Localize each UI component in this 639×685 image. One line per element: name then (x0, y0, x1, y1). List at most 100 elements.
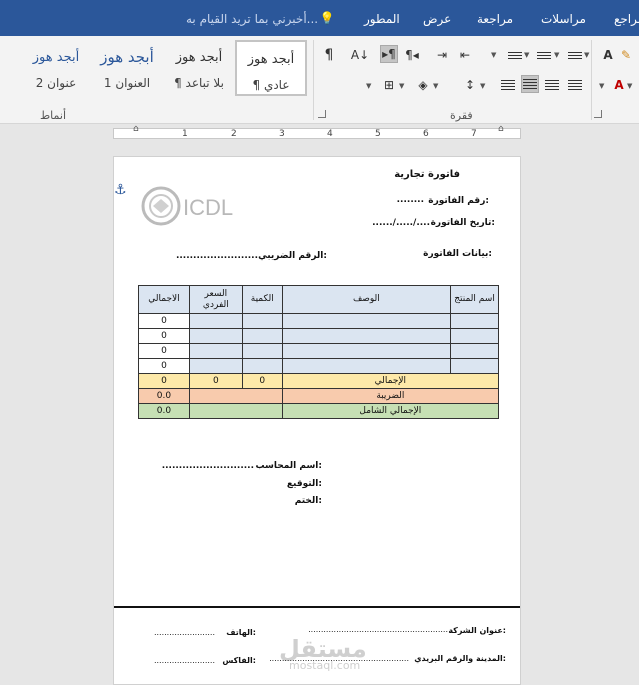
align-center-icon[interactable] (521, 75, 539, 93)
chevron-down-icon[interactable]: ▼ (491, 51, 496, 59)
chevron-down-icon[interactable]: ▼ (554, 51, 559, 59)
document-page[interactable]: ⚓ ICDL فاتورة تجارية رقم الفاتورة: .....… (113, 156, 521, 685)
row-total: 0 (138, 343, 190, 359)
invoice-date-label: تاريخ الفاتورة: (430, 218, 495, 228)
header-total: الاجمالي (138, 285, 190, 314)
row-qty-cell[interactable] (241, 358, 283, 374)
row-desc-cell[interactable] (281, 358, 452, 374)
indent-marker[interactable]: ⌂ (133, 124, 139, 134)
text-effects-icon[interactable]: A (599, 46, 617, 64)
row-price-cell[interactable] (188, 313, 243, 329)
invoice-data-label: بيانات الفاتورة: (423, 249, 492, 259)
row-product-cell[interactable] (450, 343, 499, 359)
city-postal-value: ........................................… (269, 654, 409, 663)
borders-icon[interactable]: ⊞ (380, 76, 398, 94)
total-price: 0 (188, 373, 243, 389)
fax-value: ........................ (153, 656, 215, 665)
total-label: الإجمالي (281, 373, 500, 389)
align-right-icon[interactable] (566, 76, 584, 94)
ltr-direction-icon[interactable]: ▸¶ (380, 45, 398, 63)
total-value: 0 (138, 373, 190, 389)
row-product-cell[interactable] (450, 358, 499, 374)
chevron-down-icon[interactable]: ▼ (399, 82, 404, 90)
lightbulb-icon: 💡 (319, 11, 335, 25)
signature-label: التوقيع: (286, 479, 322, 489)
total-row: 0 0 0 الإجمالي (138, 373, 500, 389)
justify-icon[interactable] (499, 76, 517, 94)
numbering-icon[interactable] (535, 46, 553, 64)
align-left-icon[interactable] (543, 76, 561, 94)
multilevel-list-icon[interactable] (566, 46, 584, 64)
tax-value: 0.0 (138, 388, 190, 404)
chevron-down-icon[interactable]: ▼ (599, 82, 604, 90)
stamp-label: الختم: (294, 496, 322, 506)
row-qty-cell[interactable] (241, 313, 283, 329)
increase-indent-icon[interactable]: ⇥ (433, 46, 451, 64)
style-heading-1[interactable]: أبجد هوز العنوان 1 (92, 40, 162, 96)
chevron-down-icon[interactable]: ▼ (627, 82, 632, 90)
highlight-icon[interactable]: ✎ (617, 46, 635, 64)
ribbon-tab-bar: مراجع مراسلات مراجعة عرض المطور 💡 أخبرني… (0, 0, 639, 36)
show-formatting-marks-icon[interactable]: ¶ (320, 46, 338, 64)
chevron-down-icon[interactable]: ▼ (433, 82, 438, 90)
line-spacing-icon[interactable]: ↕ (461, 76, 479, 94)
row-product-cell[interactable] (450, 328, 499, 344)
row-desc-cell[interactable] (281, 343, 452, 359)
table-row[interactable]: 0 (138, 328, 499, 344)
ruler-strip (113, 128, 521, 139)
indent-marker[interactable]: ⌂ (498, 124, 504, 134)
style-name: ¶ بلا تباعد (174, 76, 224, 90)
tax-row: 0.0 الضريبة (138, 388, 500, 404)
style-heading-2[interactable]: أبجد هوز عنوان 2 (22, 40, 90, 96)
tab-developer[interactable]: المطور (364, 12, 400, 26)
chevron-down-icon[interactable]: ▼ (524, 51, 529, 59)
rtl-direction-icon[interactable]: ¶◂ (403, 46, 421, 64)
group-separator (313, 40, 314, 120)
header-quantity: الكمية (241, 285, 283, 314)
row-desc-cell[interactable] (281, 328, 452, 344)
decrease-indent-icon[interactable]: ⇤ (456, 46, 474, 64)
tab-review[interactable]: مراجعة (477, 12, 513, 26)
ruler-number: 3 (279, 129, 285, 139)
table-row[interactable]: 0 (138, 358, 499, 374)
ruler-number: 2 (231, 129, 237, 139)
paragraph-dialog-launcher[interactable] (318, 110, 326, 118)
style-name: ¶ عادي (252, 78, 290, 92)
bullets-icon[interactable] (506, 46, 524, 64)
row-price-cell[interactable] (188, 343, 243, 359)
tab-mailings[interactable]: مراسلات (541, 12, 586, 26)
chevron-down-icon[interactable]: ▼ (480, 82, 485, 90)
logo-text: ICDL (183, 195, 233, 220)
tab-view[interactable]: عرض (423, 12, 451, 26)
grand-empty (188, 403, 283, 419)
style-no-spacing[interactable]: أبجد هوز ¶ بلا تباعد (164, 40, 234, 96)
row-product-cell[interactable] (450, 313, 499, 329)
header-product-name: اسم المنتج (450, 285, 499, 314)
chevron-down-icon[interactable]: ▼ (584, 51, 589, 59)
accountant-label: اسم المحاسب: (255, 461, 322, 471)
company-address-value: ........................................… (308, 625, 448, 634)
sort-icon[interactable]: A↓ (351, 46, 369, 64)
chevron-down-icon[interactable]: ▼ (366, 82, 371, 90)
tell-me-search[interactable]: أخبرني بما تريد القيام به... (186, 12, 318, 26)
horizontal-ruler[interactable]: 1 2 3 4 5 6 7 ⌂ ⌂ (0, 124, 639, 142)
row-desc-cell[interactable] (281, 313, 452, 329)
invoice-number-value: ........ (396, 195, 424, 205)
font-dialog-launcher[interactable] (594, 110, 602, 118)
row-qty-cell[interactable] (241, 328, 283, 344)
row-price-cell[interactable] (188, 358, 243, 374)
shading-icon[interactable]: ◈ (414, 76, 432, 94)
table-row[interactable]: 0 (138, 313, 499, 329)
style-normal[interactable]: أبجد هوز ¶ عادي (235, 40, 307, 96)
table-row[interactable]: 0 (138, 343, 499, 359)
grand-total-row: 0.0 الإجمالي الشامل (138, 403, 500, 419)
ruler-number: 7 (471, 129, 477, 139)
style-preview: أبجد هوز (100, 48, 154, 66)
tab-references[interactable]: مراجع (614, 12, 639, 26)
row-qty-cell[interactable] (241, 343, 283, 359)
ruler-number: 6 (423, 129, 429, 139)
style-name: العنوان 1 (103, 76, 151, 90)
ribbon: A ✎ A ▼ ▼ ▼ ▼ ▼ ▼ ⇤ ⇥ ¶◂ ▸¶ A↓ ¶ ↕ ▼ ◈ ▼… (0, 36, 639, 124)
font-color-icon[interactable]: A (610, 76, 628, 94)
row-price-cell[interactable] (188, 328, 243, 344)
